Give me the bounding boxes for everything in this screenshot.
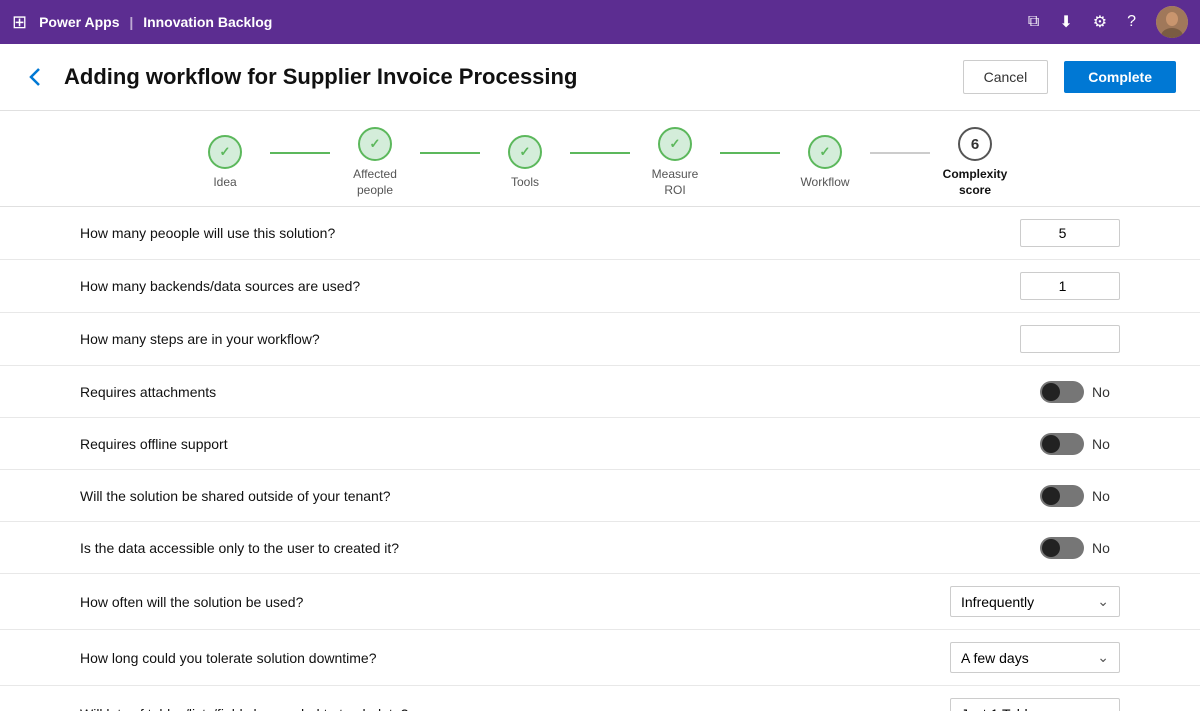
input-steps-count[interactable]: [1020, 325, 1120, 353]
step-idea-circle: ✓: [208, 135, 242, 169]
toggle-wrapper-data-access: No: [1040, 537, 1120, 559]
step-connector-3: [570, 152, 630, 154]
label-steps-count: How many steps are in your workflow?: [80, 331, 1020, 347]
step-tools-circle: ✓: [508, 135, 542, 169]
form-row-backends-count: How many backends/data sources are used?: [0, 260, 1200, 313]
topbar: ⊞ Power Apps | Innovation Backlog ⧉ ⬇ ⚙ …: [0, 0, 1200, 44]
form-row-tables: Will lots of tables/lists/fields be need…: [0, 686, 1200, 711]
form-row-downtime: How long could you tolerate solution dow…: [0, 630, 1200, 686]
step-tools[interactable]: ✓ Tools: [480, 135, 570, 191]
screen-share-icon[interactable]: ⧉: [1028, 13, 1039, 31]
cancel-button[interactable]: Cancel: [963, 60, 1049, 94]
toggle-data-access[interactable]: [1040, 537, 1084, 559]
select-tables-value: Just 1 Table: [961, 706, 1035, 711]
toggle-wrapper-offline: No: [1040, 433, 1120, 455]
chevron-down-icon: ⌄: [1097, 593, 1109, 610]
step-complexity-circle: 6: [958, 127, 992, 161]
step-connector-4: [720, 152, 780, 154]
step-affected-label: Affectedpeople: [353, 167, 397, 198]
input-people-count[interactable]: [1020, 219, 1120, 247]
toggle-shared-label: No: [1092, 488, 1120, 504]
step-workflow-circle: ✓: [808, 135, 842, 169]
complete-button[interactable]: Complete: [1064, 61, 1176, 93]
toggle-attachments-label: No: [1092, 384, 1120, 400]
apps-grid-icon[interactable]: ⊞: [12, 12, 27, 33]
toggle-wrapper-attachments: No: [1040, 381, 1120, 403]
step-tools-label: Tools: [511, 175, 539, 191]
input-backends-count[interactable]: [1020, 272, 1120, 300]
step-measure-roi[interactable]: ✓ MeasureROI: [630, 127, 720, 198]
label-attachments: Requires attachments: [80, 384, 1040, 400]
step-complexity[interactable]: 6 Complexityscore: [930, 127, 1020, 198]
label-usage-freq: How often will the solution be used?: [80, 594, 950, 610]
label-people-count: How many peoople will use this solution?: [80, 225, 1020, 241]
label-offline: Requires offline support: [80, 436, 1040, 452]
select-tables[interactable]: Just 1 Table ⌄: [950, 698, 1120, 711]
back-button[interactable]: [24, 65, 48, 89]
step-roi-circle: ✓: [658, 127, 692, 161]
select-usage-freq[interactable]: Infrequently ⌄: [950, 586, 1120, 617]
toggle-offline[interactable]: [1040, 433, 1084, 455]
step-workflow[interactable]: ✓ Workflow: [780, 135, 870, 191]
help-icon[interactable]: ?: [1127, 13, 1136, 31]
toggle-attachments[interactable]: [1040, 381, 1084, 403]
download-icon[interactable]: ⬇: [1059, 12, 1072, 32]
avatar[interactable]: [1156, 6, 1188, 38]
step-roi-label: MeasureROI: [652, 167, 699, 198]
chevron-down-icon: ⌄: [1097, 705, 1109, 711]
steps-row: ✓ Idea ✓ Affectedpeople ✓ Tools ✓ Measur…: [0, 111, 1200, 207]
step-complexity-label: Complexityscore: [943, 167, 1008, 198]
app-name: Power Apps | Innovation Backlog: [39, 14, 272, 30]
label-tables: Will lots of tables/lists/fields be need…: [80, 706, 950, 711]
label-data-access: Is the data accessible only to the user …: [80, 540, 1040, 556]
step-workflow-label: Workflow: [800, 175, 849, 191]
form-row-steps-count: How many steps are in your workflow?: [0, 313, 1200, 366]
form-row-shared: Will the solution be shared outside of y…: [0, 470, 1200, 522]
form-row-attachments: Requires attachments No: [0, 366, 1200, 418]
step-connector-5: [870, 152, 930, 154]
form-row-usage-freq: How often will the solution be used? Inf…: [0, 574, 1200, 630]
step-idea-label: Idea: [213, 175, 236, 191]
label-shared: Will the solution be shared outside of y…: [80, 488, 1040, 504]
step-affected-people[interactable]: ✓ Affectedpeople: [330, 127, 420, 198]
page-title: Adding workflow for Supplier Invoice Pro…: [64, 64, 947, 90]
chevron-down-icon: ⌄: [1097, 649, 1109, 666]
step-connector-2: [420, 152, 480, 154]
label-downtime: How long could you tolerate solution dow…: [80, 650, 950, 666]
step-idea[interactable]: ✓ Idea: [180, 135, 270, 191]
page-container: Adding workflow for Supplier Invoice Pro…: [0, 44, 1200, 711]
step-connector-1: [270, 152, 330, 154]
select-usage-freq-value: Infrequently: [961, 594, 1034, 610]
form-row-offline: Requires offline support No: [0, 418, 1200, 470]
page-header: Adding workflow for Supplier Invoice Pro…: [0, 44, 1200, 111]
toggle-shared[interactable]: [1040, 485, 1084, 507]
select-downtime-value: A few days: [961, 650, 1029, 666]
form-row-data-access: Is the data accessible only to the user …: [0, 522, 1200, 574]
label-backends-count: How many backends/data sources are used?: [80, 278, 1020, 294]
toggle-offline-label: No: [1092, 436, 1120, 452]
settings-icon[interactable]: ⚙: [1093, 12, 1107, 32]
toggle-wrapper-shared: No: [1040, 485, 1120, 507]
form-area: How many peoople will use this solution?…: [0, 207, 1200, 711]
toggle-data-access-label: No: [1092, 540, 1120, 556]
form-row-people-count: How many peoople will use this solution?: [0, 207, 1200, 260]
select-downtime[interactable]: A few days ⌄: [950, 642, 1120, 673]
step-affected-circle: ✓: [358, 127, 392, 161]
